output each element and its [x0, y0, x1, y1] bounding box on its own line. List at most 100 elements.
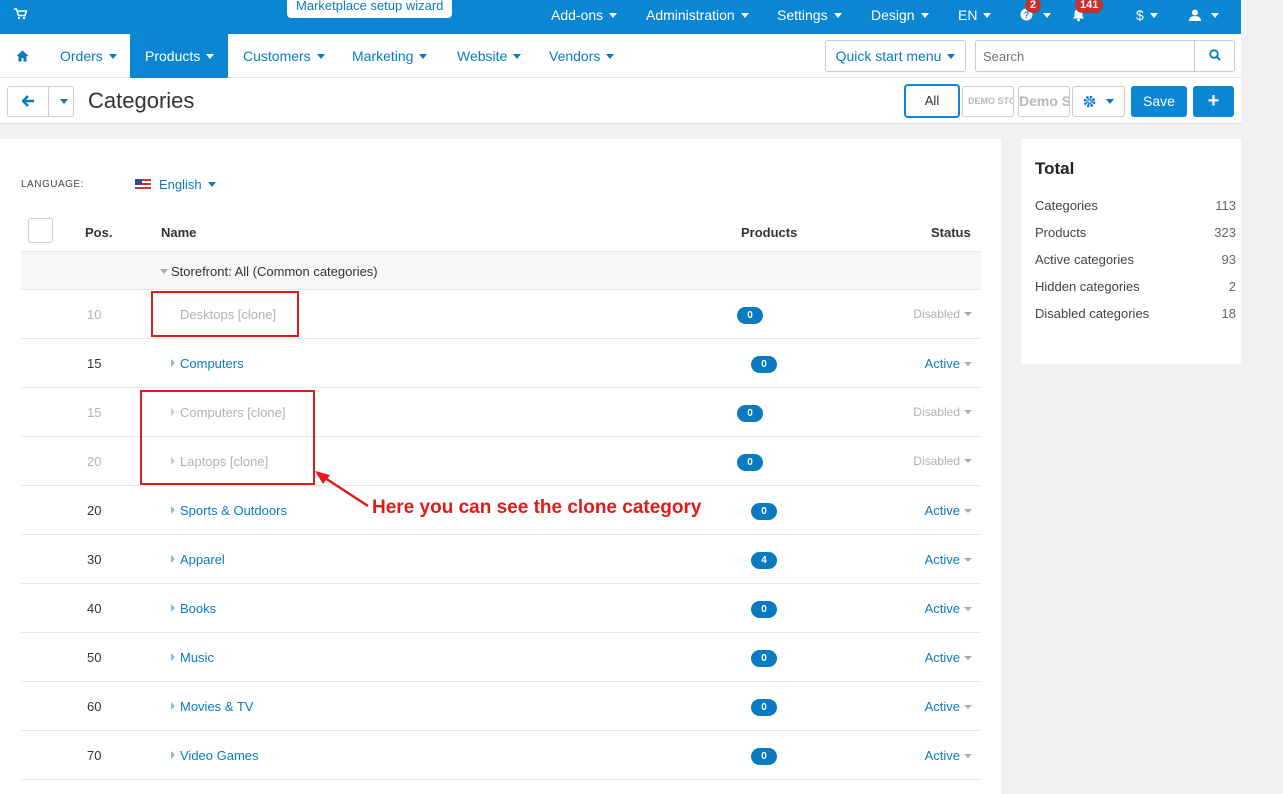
category-link[interactable]: Sports & Outdoors: [171, 503, 287, 518]
expand-icon[interactable]: [171, 751, 175, 759]
marketplace-wizard-button[interactable]: Marketplace setup wizard: [287, 0, 453, 18]
save-button[interactable]: Save: [1131, 86, 1187, 117]
user-menu[interactable]: [1189, 0, 1219, 34]
expand-icon[interactable]: [171, 653, 175, 661]
design-menu[interactable]: Design: [871, 0, 929, 34]
administration-menu[interactable]: Administration: [646, 0, 749, 34]
stat-label: Categories: [1035, 198, 1098, 213]
totals-title: Total: [1035, 159, 1075, 178]
status-dropdown[interactable]: Active: [925, 552, 972, 567]
stat-row: Categories 113: [1035, 198, 1236, 213]
language-selector[interactable]: English: [159, 177, 216, 192]
select-all-checkbox[interactable]: [28, 218, 53, 243]
status-dropdown[interactable]: Active: [925, 503, 972, 518]
history-dropdown[interactable]: [48, 86, 74, 117]
settings-dropdown[interactable]: [1072, 86, 1125, 117]
row-position: 50: [87, 650, 102, 665]
search-button[interactable]: [1194, 41, 1234, 71]
table-row: 15 Computers 0 Active: [21, 339, 981, 388]
nav-customers[interactable]: Customers: [243, 34, 325, 78]
stat-value: 323: [1214, 225, 1236, 240]
nav-marketing[interactable]: Marketing: [352, 34, 427, 78]
row-position: 40: [87, 601, 102, 616]
category-link[interactable]: Video Games: [171, 748, 259, 763]
column-header-name[interactable]: Name: [161, 225, 196, 240]
annotation-arrow-icon: [315, 471, 369, 508]
status-dropdown[interactable]: Active: [925, 601, 972, 616]
row-position: 70: [87, 748, 102, 763]
annotation-text: Here you can see the clone category: [372, 497, 702, 518]
stat-label: Products: [1035, 225, 1087, 240]
column-header-pos[interactable]: Pos.: [85, 225, 112, 240]
stat-label: Disabled categories: [1035, 306, 1150, 321]
nav-products[interactable]: Products: [130, 34, 228, 78]
store-filter-all[interactable]: All: [904, 84, 960, 118]
stat-value: 2: [1228, 279, 1236, 294]
stat-value: 18: [1221, 306, 1236, 321]
category-name: Computers: [180, 356, 244, 371]
expand-icon[interactable]: [171, 702, 175, 710]
add-category-button[interactable]: +: [1193, 86, 1234, 117]
expand-icon[interactable]: [171, 506, 175, 514]
store-filter-demo-store-2[interactable]: Demo Store: [1018, 86, 1070, 117]
top-bar: Marketplace setup wizard Add-ons Adminis…: [0, 0, 1241, 34]
expand-icon[interactable]: [171, 359, 175, 367]
category-name: Sports & Outdoors: [180, 503, 287, 518]
category-name: Apparel: [180, 552, 225, 567]
nav-vendors[interactable]: Vendors: [549, 34, 614, 78]
category-link[interactable]: Computers: [171, 356, 244, 371]
table-row: 50 Music 0 Active: [21, 633, 981, 682]
page-title: Categories: [88, 88, 195, 113]
row-position: 30: [87, 552, 102, 567]
search-icon: [1208, 49, 1221, 61]
category-name: Books: [180, 601, 217, 616]
products-count-badge: 0: [751, 650, 777, 667]
back-button[interactable]: [7, 86, 49, 117]
storefront-group-row[interactable]: Storefront: All (Common categories): [21, 251, 981, 290]
status-dropdown[interactable]: Active: [925, 356, 972, 371]
nav-orders[interactable]: Orders: [60, 34, 117, 78]
products-count-badge: 0: [751, 503, 777, 520]
addons-menu[interactable]: Add-ons: [551, 0, 617, 34]
status-dropdown[interactable]: Active: [925, 748, 972, 763]
category-name: Music: [180, 650, 214, 665]
cart-icon[interactable]: [14, 8, 28, 23]
status-dropdown[interactable]: Disabled: [913, 454, 972, 468]
row-position: 20: [87, 503, 102, 518]
expand-icon[interactable]: [171, 604, 175, 612]
highlight-box-clones: [140, 390, 315, 485]
home-button[interactable]: [0, 34, 44, 78]
stat-row: Disabled categories 18: [1035, 306, 1236, 321]
status-dropdown[interactable]: Active: [925, 650, 972, 665]
expand-icon[interactable]: [171, 555, 175, 563]
row-position: 15: [87, 405, 102, 420]
category-link[interactable]: Music: [171, 650, 214, 665]
store-filter-demo-store[interactable]: DEMO STORE: [962, 86, 1014, 117]
column-header-status[interactable]: Status: [931, 225, 971, 240]
status-dropdown[interactable]: Disabled: [913, 405, 972, 419]
column-header-products[interactable]: Products: [741, 225, 797, 240]
currency-menu[interactable]: $: [1136, 0, 1158, 34]
settings-menu[interactable]: Settings: [777, 0, 842, 34]
storefront-group-label: Storefront: All (Common categories): [160, 264, 378, 279]
language-label: LANGUAGE:: [21, 179, 84, 190]
quick-start-menu[interactable]: Quick start menu: [825, 40, 966, 72]
products-count-badge: 0: [737, 307, 763, 324]
table-row: 30 Apparel 4 Active: [21, 535, 981, 584]
products-count-badge: 0: [751, 699, 777, 716]
row-position: 15: [87, 356, 102, 371]
search-box: [975, 40, 1235, 72]
language-menu[interactable]: EN: [958, 0, 991, 34]
category-link[interactable]: Apparel: [171, 552, 225, 567]
main-navigation: Orders Products Customers Marketing Webs…: [0, 34, 1241, 78]
row-position: 60: [87, 699, 102, 714]
status-dropdown[interactable]: Disabled: [913, 307, 972, 321]
status-dropdown[interactable]: Active: [925, 699, 972, 714]
products-count-badge: 0: [751, 601, 777, 618]
category-link[interactable]: Movies & TV: [171, 699, 253, 714]
row-position: 20: [87, 454, 102, 469]
notifications-badge: 141: [1075, 0, 1104, 13]
nav-website[interactable]: Website: [457, 34, 521, 78]
category-link[interactable]: Books: [171, 601, 216, 616]
search-input[interactable]: [976, 41, 1196, 71]
